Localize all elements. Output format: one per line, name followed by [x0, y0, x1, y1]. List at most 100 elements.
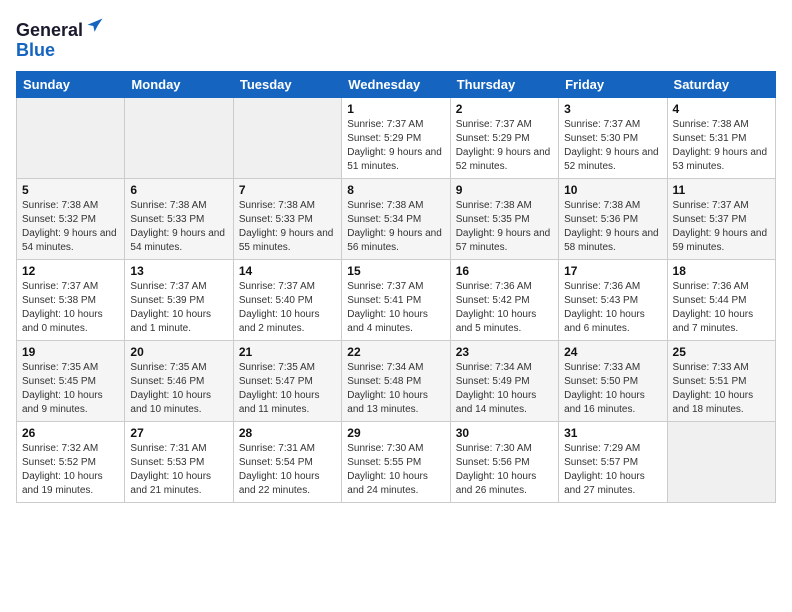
weekday-header-friday: Friday: [559, 71, 667, 97]
calendar-cell: 30 Sunrise: 7:30 AMSunset: 5:56 PMDayligh…: [450, 421, 558, 502]
day-info: Sunrise: 7:37 AMSunset: 5:38 PMDaylight:…: [22, 280, 119, 336]
calendar-week-1: 1Sunrise: 7:37 AMSunset: 5:29 PMDaylight…: [17, 97, 776, 178]
calendar-cell: 10Sunrise: 7:38 AMSunset: 5:36 PMDayligh…: [559, 178, 667, 259]
calendar-cell: [125, 97, 233, 178]
calendar-cell: 11 Sunrise: 7:37 AMSunset: 5:37 PMDayligh…: [667, 178, 775, 259]
logo-general: General: [16, 20, 83, 40]
calendar-cell: 6 Sunrise: 7:38 AMSunset: 5:33 PMDaylight…: [125, 178, 233, 259]
day-info: Sunrise: 7:32 AMSunset: 5:52 PMDaylight:…: [22, 442, 119, 498]
calendar-cell: 1Sunrise: 7:37 AMSunset: 5:29 PMDaylight…: [342, 97, 450, 178]
calendar-cell: 9 Sunrise: 7:38 AMSunset: 5:35 PMDaylight…: [450, 178, 558, 259]
day-number: 6: [130, 183, 227, 197]
calendar-week-2: 5Sunrise: 7:38 AMSunset: 5:32 PMDaylight…: [17, 178, 776, 259]
day-number: 31: [564, 426, 661, 440]
day-number: 17: [564, 264, 661, 278]
day-number: 13: [130, 264, 227, 278]
weekday-header-sunday: Sunday: [17, 71, 125, 97]
day-info: Sunrise: 7:36 AMSunset: 5:43 PMDaylight:…: [564, 280, 661, 336]
day-number: 10: [564, 183, 661, 197]
day-info: Sunrise: 7:29 AMSunset: 5:57 PMDaylight:…: [564, 442, 661, 498]
calendar-cell: 19 Sunrise: 7:35 AMSunset: 5:45 PMDayligh…: [17, 340, 125, 421]
calendar-cell: [17, 97, 125, 178]
weekday-header-monday: Monday: [125, 71, 233, 97]
day-number: 15: [347, 264, 444, 278]
day-info: Sunrise: 7:37 AMSunset: 5:39 PMDaylight:…: [130, 280, 227, 336]
day-number: 28: [239, 426, 336, 440]
day-info: Sunrise: 7:30 AMSunset: 5:55 PMDaylight:…: [347, 442, 444, 498]
day-number: 8: [347, 183, 444, 197]
day-number: 24: [564, 345, 661, 359]
calendar-cell: 24Sunrise: 7:33 AMSunset: 5:50 PMDayligh…: [559, 340, 667, 421]
calendar-cell: [233, 97, 341, 178]
calendar-cell: 5Sunrise: 7:38 AMSunset: 5:32 PMDaylight…: [17, 178, 125, 259]
day-info: Sunrise: 7:31 AMSunset: 5:54 PMDaylight:…: [239, 442, 336, 498]
day-number: 22: [347, 345, 444, 359]
weekday-header-saturday: Saturday: [667, 71, 775, 97]
day-number: 19: [22, 345, 119, 359]
day-info: Sunrise: 7:37 AMSunset: 5:41 PMDaylight:…: [347, 280, 444, 336]
calendar-cell: 4 Sunrise: 7:38 AMSunset: 5:31 PMDaylight…: [667, 97, 775, 178]
calendar-cell: 18Sunrise: 7:36 AMSunset: 5:44 PMDayligh…: [667, 259, 775, 340]
day-info: Sunrise: 7:35 AMSunset: 5:47 PMDaylight:…: [239, 361, 336, 417]
day-number: 21: [239, 345, 336, 359]
weekday-header-thursday: Thursday: [450, 71, 558, 97]
day-number: 16: [456, 264, 553, 278]
weekday-header-row: SundayMondayTuesdayWednesdayThursdayFrid…: [17, 71, 776, 97]
day-number: 7: [239, 183, 336, 197]
calendar-cell: 17 Sunrise: 7:36 AMSunset: 5:43 PMDayligh…: [559, 259, 667, 340]
calendar-week-4: 19 Sunrise: 7:35 AMSunset: 5:45 PMDayligh…: [17, 340, 776, 421]
day-info: Sunrise: 7:35 AMSunset: 5:45 PMDaylight:…: [22, 361, 119, 417]
calendar-cell: 14Sunrise: 7:37 AMSunset: 5:40 PMDayligh…: [233, 259, 341, 340]
calendar-cell: 3Sunrise: 7:37 AMSunset: 5:30 PMDaylight…: [559, 97, 667, 178]
day-number: 23: [456, 345, 553, 359]
weekday-header-tuesday: Tuesday: [233, 71, 341, 97]
logo: General Blue: [16, 16, 105, 61]
calendar-cell: 21 Sunrise: 7:35 AMSunset: 5:47 PMDayligh…: [233, 340, 341, 421]
day-info: Sunrise: 7:38 AMSunset: 5:33 PMDaylight:…: [239, 199, 336, 255]
calendar-cell: 31 Sunrise: 7:29 AMSunset: 5:57 PMDayligh…: [559, 421, 667, 502]
calendar-cell: 25Sunrise: 7:33 AMSunset: 5:51 PMDayligh…: [667, 340, 775, 421]
day-info: Sunrise: 7:38 AMSunset: 5:32 PMDaylight:…: [22, 199, 119, 255]
weekday-header-wednesday: Wednesday: [342, 71, 450, 97]
day-info: Sunrise: 7:38 AMSunset: 5:33 PMDaylight:…: [130, 199, 227, 255]
day-info: Sunrise: 7:34 AMSunset: 5:48 PMDaylight:…: [347, 361, 444, 417]
calendar-cell: 16Sunrise: 7:36 AMSunset: 5:42 PMDayligh…: [450, 259, 558, 340]
calendar-cell: 12 Sunrise: 7:37 AMSunset: 5:38 PMDayligh…: [17, 259, 125, 340]
day-info: Sunrise: 7:38 AMSunset: 5:34 PMDaylight:…: [347, 199, 444, 255]
logo-bird-icon: [85, 16, 105, 36]
calendar-week-5: 26Sunrise: 7:32 AMSunset: 5:52 PMDayligh…: [17, 421, 776, 502]
calendar-cell: 15 Sunrise: 7:37 AMSunset: 5:41 PMDayligh…: [342, 259, 450, 340]
day-number: 20: [130, 345, 227, 359]
day-info: Sunrise: 7:36 AMSunset: 5:44 PMDaylight:…: [673, 280, 770, 336]
day-info: Sunrise: 7:35 AMSunset: 5:46 PMDaylight:…: [130, 361, 227, 417]
day-info: Sunrise: 7:34 AMSunset: 5:49 PMDaylight:…: [456, 361, 553, 417]
day-number: 11: [673, 183, 770, 197]
day-number: 25: [673, 345, 770, 359]
day-info: Sunrise: 7:31 AMSunset: 5:53 PMDaylight:…: [130, 442, 227, 498]
day-info: Sunrise: 7:37 AMSunset: 5:37 PMDaylight:…: [673, 199, 770, 255]
day-info: Sunrise: 7:37 AMSunset: 5:29 PMDaylight:…: [347, 118, 444, 174]
day-number: 4: [673, 102, 770, 116]
calendar-cell: 7 Sunrise: 7:38 AMSunset: 5:33 PMDaylight…: [233, 178, 341, 259]
day-number: 27: [130, 426, 227, 440]
day-number: 2: [456, 102, 553, 116]
day-number: 30: [456, 426, 553, 440]
calendar-cell: 29 Sunrise: 7:30 AMSunset: 5:55 PMDayligh…: [342, 421, 450, 502]
calendar-week-3: 12 Sunrise: 7:37 AMSunset: 5:38 PMDayligh…: [17, 259, 776, 340]
day-info: Sunrise: 7:37 AMSunset: 5:29 PMDaylight:…: [456, 118, 553, 174]
day-number: 14: [239, 264, 336, 278]
calendar-cell: 26Sunrise: 7:32 AMSunset: 5:52 PMDayligh…: [17, 421, 125, 502]
day-number: 29: [347, 426, 444, 440]
calendar-table: SundayMondayTuesdayWednesdayThursdayFrid…: [16, 71, 776, 503]
day-info: Sunrise: 7:38 AMSunset: 5:35 PMDaylight:…: [456, 199, 553, 255]
calendar-cell: 27 Sunrise: 7:31 AMSunset: 5:53 PMDayligh…: [125, 421, 233, 502]
day-number: 12: [22, 264, 119, 278]
calendar-cell: 22 Sunrise: 7:34 AMSunset: 5:48 PMDayligh…: [342, 340, 450, 421]
day-info: Sunrise: 7:38 AMSunset: 5:31 PMDaylight:…: [673, 118, 770, 174]
day-info: Sunrise: 7:37 AMSunset: 5:30 PMDaylight:…: [564, 118, 661, 174]
calendar-cell: 13 Sunrise: 7:37 AMSunset: 5:39 PMDayligh…: [125, 259, 233, 340]
day-info: Sunrise: 7:30 AMSunset: 5:56 PMDaylight:…: [456, 442, 553, 498]
calendar-cell: [667, 421, 775, 502]
day-number: 9: [456, 183, 553, 197]
calendar-cell: 23 Sunrise: 7:34 AMSunset: 5:49 PMDayligh…: [450, 340, 558, 421]
